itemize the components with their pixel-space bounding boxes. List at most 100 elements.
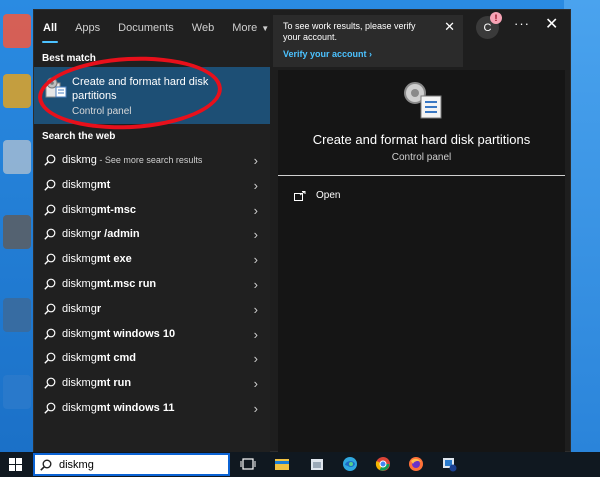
chevron-right-icon[interactable]: › — [254, 327, 258, 342]
best-match-heading: Best match — [42, 53, 96, 64]
chevron-right-icon[interactable]: › — [254, 277, 258, 292]
web-result-text: diskmgr /admin — [62, 228, 140, 240]
tab-apps[interactable]: Apps — [66, 10, 109, 46]
search-web-heading: Search the web — [42, 131, 116, 142]
desktop-icon[interactable] — [3, 74, 31, 108]
close-icon[interactable]: ✕ — [545, 14, 558, 34]
query-part: diskmg — [62, 278, 97, 290]
verify-account-link[interactable]: Verify your account › — [283, 49, 372, 59]
best-match-result[interactable]: Create and format hard disk partitions C… — [34, 67, 270, 124]
chevron-right-icon[interactable]: › — [254, 401, 258, 416]
preview-pane: Create and format hard disk partitions C… — [278, 70, 565, 453]
open-action[interactable]: Open — [294, 190, 340, 201]
desktop-icon[interactable] — [3, 375, 31, 409]
windows-start-icon[interactable] — [9, 458, 22, 471]
suggestion-part: mt windows 10 — [96, 327, 176, 340]
tab-documents[interactable]: Documents — [109, 10, 183, 46]
tab-more[interactable]: More ▼ — [223, 10, 278, 46]
web-result-text: diskmgr — [62, 303, 101, 315]
web-result-item[interactable]: diskmgr › — [34, 297, 270, 321]
more-options-icon[interactable]: ··· — [514, 16, 530, 31]
notification-message: To see work results, please verify your … — [283, 21, 416, 42]
search-icon — [44, 278, 56, 290]
web-result-item[interactable]: diskmgmt-msc › — [34, 198, 270, 222]
search-icon — [44, 179, 56, 191]
suggestion-part: mt-msc — [96, 203, 136, 216]
verify-account-notification: To see work results, please verify your … — [273, 15, 463, 67]
suggestion-part: r — [96, 302, 102, 315]
search-input[interactable] — [59, 457, 219, 473]
query-part: diskmg — [62, 203, 97, 216]
search-icon — [44, 228, 56, 241]
disk-management-large-icon — [404, 82, 442, 119]
close-icon[interactable]: ✕ — [444, 19, 455, 35]
chevron-right-icon[interactable]: › — [254, 351, 258, 366]
desktop-icon[interactable] — [3, 140, 31, 174]
system-utility-icon[interactable] — [441, 456, 457, 472]
suggestion-part: mt run — [96, 377, 132, 390]
taskbar-search-box[interactable] — [33, 453, 230, 476]
open-label: Open — [316, 190, 341, 201]
tab-all[interactable]: All — [34, 10, 66, 46]
taskbar — [0, 452, 600, 477]
divider — [278, 175, 565, 176]
see-more-label: - See more search results — [96, 155, 203, 165]
store-icon[interactable] — [309, 456, 325, 472]
web-result-text: diskmgmt.msc run — [62, 278, 156, 290]
web-result-item[interactable]: diskmgmt windows 10 › — [34, 322, 270, 346]
suggestion-part: mt.msc run — [96, 278, 157, 290]
disk-management-icon — [45, 77, 67, 98]
search-icon — [44, 303, 56, 315]
best-match-subtitle: Control panel — [72, 106, 132, 117]
desktop-icon[interactable] — [3, 215, 31, 249]
firefox-icon[interactable] — [408, 456, 424, 472]
chevron-right-icon[interactable]: › — [254, 376, 258, 391]
search-icon — [44, 402, 56, 414]
chrome-icon[interactable] — [375, 456, 391, 472]
web-result-item[interactable]: diskmgmt exe › — [34, 247, 270, 271]
web-result-item[interactable]: diskmgmt cmd › — [34, 346, 270, 370]
search-icon — [44, 352, 56, 365]
web-result-item[interactable]: diskmgmt › — [34, 173, 270, 197]
web-result-item[interactable]: diskmgmt windows 11 › — [34, 396, 270, 420]
search-icon — [44, 204, 56, 216]
web-result-text: diskmgmt run — [62, 377, 131, 389]
query-part: diskmg — [62, 402, 97, 414]
query-part: diskmg — [62, 154, 97, 166]
file-explorer-icon[interactable] — [274, 456, 290, 472]
desktop-icon[interactable] — [3, 298, 31, 332]
chevron-right-icon[interactable]: › — [254, 302, 258, 317]
query-part: diskmg — [62, 352, 97, 365]
web-result-item[interactable]: diskmgmt run › — [34, 371, 270, 395]
suggestion-part: mt — [96, 178, 111, 191]
suggestion-part: r /admin — [96, 228, 140, 241]
alert-badge: ! — [490, 12, 502, 24]
query-part: diskmg — [62, 377, 97, 390]
suggestion-part: mt windows 11 — [96, 402, 175, 414]
tab-web[interactable]: Web — [183, 10, 223, 46]
chevron-right-icon[interactable]: › — [254, 203, 258, 218]
query-part: diskmg — [62, 327, 97, 340]
web-result-text: diskmgmt — [62, 179, 110, 191]
search-panel: All Apps Documents Web More ▼ Best match … — [33, 9, 571, 453]
web-result-text: diskmgmt windows 11 — [62, 402, 174, 414]
web-result-item[interactable]: diskmg - See more search results › — [34, 148, 270, 172]
query-part: diskmg — [62, 253, 97, 266]
search-icon — [40, 459, 52, 471]
search-icon — [44, 253, 56, 265]
search-icon — [44, 377, 56, 389]
web-result-item[interactable]: diskmgmt.msc run › — [34, 272, 270, 296]
query-part: diskmg — [62, 302, 97, 315]
chevron-right-icon[interactable]: › — [254, 252, 258, 267]
task-view-icon[interactable] — [240, 456, 256, 472]
web-result-item[interactable]: diskmgr /admin › — [34, 222, 270, 246]
best-match-title: Create and format hard disk partitions — [72, 76, 209, 102]
web-result-text: diskmgmt windows 10 — [62, 328, 175, 340]
chevron-right-icon[interactable]: › — [254, 153, 258, 168]
filter-tabs: All Apps Documents Web More ▼ — [34, 10, 278, 46]
chevron-right-icon[interactable]: › — [254, 178, 258, 193]
desktop-icon[interactable] — [3, 14, 31, 48]
edge-icon[interactable] — [342, 456, 358, 472]
chevron-down-icon: ▼ — [261, 23, 270, 33]
chevron-right-icon[interactable]: › — [254, 227, 258, 242]
